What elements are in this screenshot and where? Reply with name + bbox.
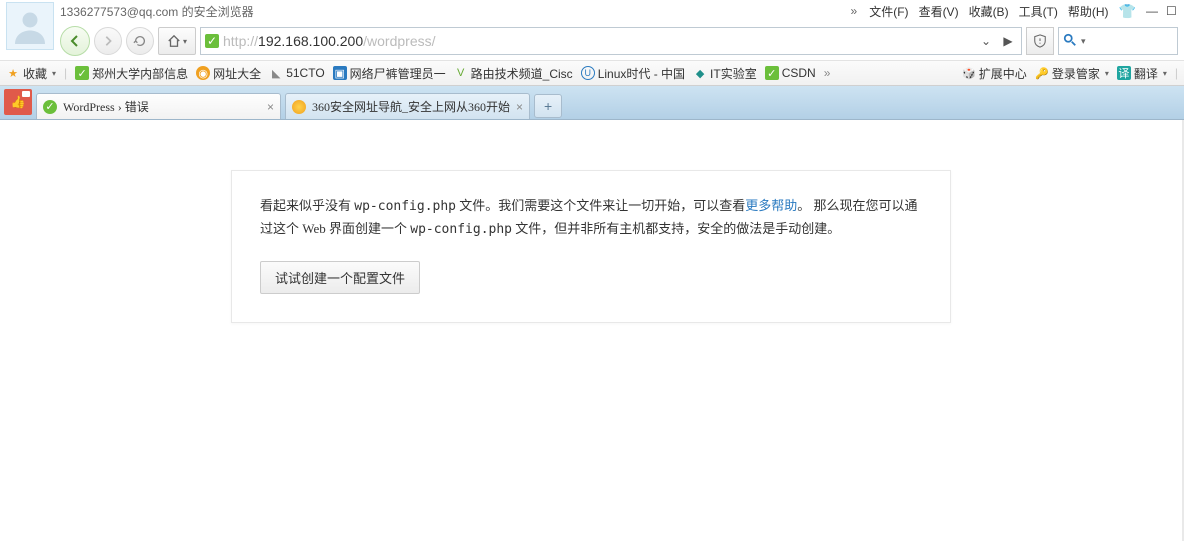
thumbs-up-icon: 👍 — [11, 95, 26, 109]
arrow-left-icon — [68, 34, 82, 48]
bookmark-item[interactable]: ✓CSDN — [765, 66, 816, 80]
translate-icon: 译 — [1117, 66, 1131, 80]
menu-file[interactable]: 文件(F) — [865, 3, 912, 20]
star-icon: ★ — [6, 66, 20, 80]
avatar[interactable] — [6, 2, 54, 50]
arrow-right-icon — [102, 35, 114, 47]
translate-button[interactable]: 译翻译▾ — [1117, 65, 1167, 82]
search-engine-dropdown[interactable]: ▾ — [1081, 36, 1086, 47]
create-config-button[interactable]: 试试创建一个配置文件 — [260, 261, 420, 294]
page-viewport: 看起来似乎没有 wp-config.php 文件。我们需要这个文件来让一切开始，… — [0, 120, 1182, 539]
search-box[interactable]: ▾ — [1058, 27, 1178, 55]
favorites-label: 收藏 — [23, 65, 47, 82]
wp-error-message: 看起来似乎没有 wp-config.php 文件。我们需要这个文件来让一切开始，… — [260, 195, 922, 241]
back-button[interactable] — [60, 26, 90, 56]
skin-icon[interactable]: 👕 — [1115, 3, 1140, 20]
url-dropdown[interactable]: ⌄ — [977, 34, 995, 48]
home-icon — [167, 34, 181, 48]
shield-button[interactable] — [1026, 27, 1054, 55]
address-bar[interactable]: ✓ http://192.168.100.200/wordpress/ ⌄ ▶ — [200, 27, 1022, 55]
restore-button[interactable]: ☐ — [1162, 4, 1180, 18]
search-icon — [1063, 33, 1077, 50]
bookmark-item[interactable]: V路由技术频道_Cisc — [454, 65, 573, 82]
titlebar: 1336277573@qq.com 的安全浏览器 » 文件(F) 查看(V) 收… — [0, 0, 1184, 22]
compass-icon: ◉ — [196, 66, 210, 80]
separator: | — [1175, 66, 1178, 80]
reload-button[interactable] — [126, 27, 154, 55]
bookmark-item[interactable]: ULinux时代 - 中国 — [581, 65, 685, 82]
360-icon — [292, 100, 306, 114]
bookmarks-bar: ★ 收藏 ▾ | ✓郑州大学内部信息 ◉网址大全 ◣51CTO ▣网络尸裤管理员… — [0, 60, 1184, 86]
login-manager-button[interactable]: 🔑登录管家▾ — [1035, 65, 1109, 82]
shield-icon — [1033, 34, 1047, 48]
wp-icon: ✓ — [43, 100, 57, 114]
forward-button[interactable] — [94, 27, 122, 55]
ext-center-button[interactable]: 🎲扩展中心 — [962, 65, 1027, 82]
bookmark-item[interactable]: ✓郑州大学内部信息 — [75, 65, 188, 82]
more-help-link[interactable]: 更多帮助 — [745, 198, 797, 213]
more-bookmarks[interactable]: » — [824, 66, 831, 80]
user-icon — [12, 8, 48, 44]
window-title: 1336277573@qq.com 的安全浏览器 — [60, 3, 254, 20]
url-text: http://192.168.100.200/wordpress/ — [223, 33, 973, 49]
site-identity-icon: ✓ — [205, 34, 219, 48]
book-icon: ▣ — [333, 66, 347, 80]
minimize-button[interactable]: — — [1142, 4, 1160, 18]
tab-strip: 👍 ✓ WordPress › 错误 × 360安全网址导航_安全上网从360开… — [0, 86, 1184, 120]
tab-active[interactable]: ✓ WordPress › 错误 × — [36, 93, 281, 119]
favorites-button[interactable]: ★ 收藏 ▾ — [6, 65, 56, 82]
close-icon[interactable]: × — [267, 100, 274, 114]
bookmark-item[interactable]: ◉网址大全 — [196, 65, 261, 82]
lab-icon: ◆ — [693, 66, 707, 80]
menu-favorites[interactable]: 收藏(B) — [965, 3, 1013, 20]
close-icon[interactable]: × — [516, 100, 523, 114]
go-button[interactable]: ▶ — [999, 34, 1017, 48]
like-button[interactable]: 👍 — [4, 89, 32, 115]
new-tab-button[interactable]: + — [534, 94, 562, 118]
bookmark-item[interactable]: ◣51CTO — [269, 66, 324, 80]
menu-view[interactable]: 查看(V) — [915, 3, 963, 20]
tag-icon: ◣ — [269, 66, 283, 80]
csdn-icon: ✓ — [765, 66, 779, 80]
cube-icon: 🎲 — [962, 66, 976, 80]
nav-toolbar: ▾ ✓ http://192.168.100.200/wordpress/ ⌄ … — [0, 22, 1184, 60]
bookmark-item[interactable]: ◆IT实验室 — [693, 65, 757, 82]
separator: | — [64, 66, 67, 80]
chevrons-icon[interactable]: » — [847, 4, 864, 18]
tab-label: WordPress › 错误 — [63, 98, 261, 115]
home-button[interactable]: ▾ — [158, 27, 196, 55]
menu-tools[interactable]: 工具(T) — [1015, 3, 1062, 20]
reload-icon — [133, 34, 147, 48]
menu-help[interactable]: 帮助(H) — [1064, 3, 1113, 20]
wp-error-box: 看起来似乎没有 wp-config.php 文件。我们需要这个文件来让一切开始，… — [231, 170, 951, 323]
news-icon: ✓ — [75, 66, 89, 80]
u-icon: U — [581, 66, 595, 80]
bookmark-item[interactable]: ▣网络尸裤管理员一 — [333, 65, 446, 82]
v-icon: V — [454, 66, 468, 80]
chevron-down-icon: ▾ — [183, 37, 187, 46]
tab-label: 360安全网址导航_安全上网从360开始 — [312, 98, 510, 115]
tab-inactive[interactable]: 360安全网址导航_安全上网从360开始 × — [285, 93, 530, 119]
key-icon: 🔑 — [1035, 66, 1049, 80]
